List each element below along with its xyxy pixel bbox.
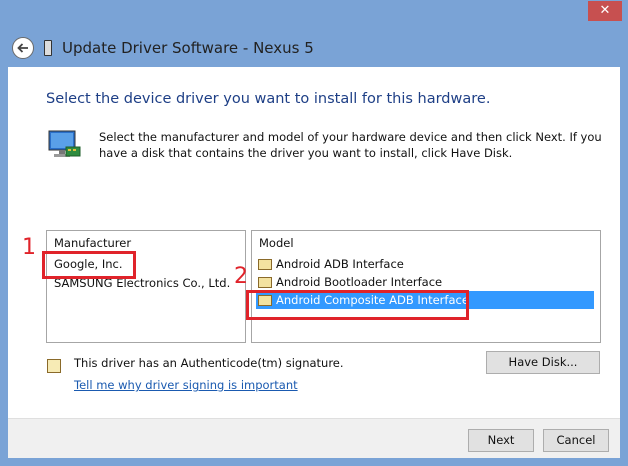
- hardware-monitor-icon: [48, 130, 81, 157]
- model-item-label: Android Bootloader Interface: [276, 275, 443, 289]
- step-number-1: 1: [22, 235, 36, 260]
- page-heading: Select the device driver you want to ins…: [46, 91, 491, 107]
- model-item-bootloader[interactable]: Android Bootloader Interface: [252, 273, 600, 291]
- model-item-adb[interactable]: Android ADB Interface: [252, 255, 600, 273]
- next-button[interactable]: Next: [468, 429, 534, 452]
- model-header: Model: [259, 236, 294, 250]
- model-list[interactable]: Model Android ADB Interface Android Boot…: [251, 230, 601, 343]
- back-arrow-icon: [17, 43, 28, 53]
- window-frame: ✕ Update Driver Software - Nexus 5 Selec…: [0, 0, 628, 466]
- window-title: Update Driver Software - Nexus 5: [62, 39, 314, 57]
- driver-icon: [258, 276, 272, 288]
- back-button[interactable]: [12, 37, 34, 59]
- manufacturer-list[interactable]: Manufacturer Google, Inc. SAMSUNG Electr…: [46, 230, 246, 343]
- model-item-label: Android ADB Interface: [276, 257, 404, 271]
- title-bar: Update Driver Software - Nexus 5: [8, 30, 620, 66]
- signature-status: This driver has an Authenticode(tm) sign…: [74, 356, 344, 370]
- wizard-content: Select the device driver you want to ins…: [8, 67, 620, 418]
- certificate-icon: [47, 359, 61, 373]
- step-number-2: 2: [234, 264, 248, 289]
- close-button[interactable]: ✕: [588, 1, 622, 21]
- cancel-button[interactable]: Cancel: [543, 429, 609, 452]
- highlight-box-manufacturer: [42, 251, 136, 279]
- wizard-footer: Next Cancel: [8, 418, 620, 458]
- close-icon: ✕: [599, 3, 611, 18]
- driver-icon: [258, 258, 272, 270]
- highlight-box-model: [246, 290, 469, 320]
- usb-device-icon: [44, 40, 52, 56]
- instruction-text: Select the manufacturer and model of you…: [99, 130, 602, 160]
- have-disk-button[interactable]: Have Disk...: [486, 351, 600, 374]
- driver-signing-link[interactable]: Tell me why driver signing is important: [74, 378, 298, 392]
